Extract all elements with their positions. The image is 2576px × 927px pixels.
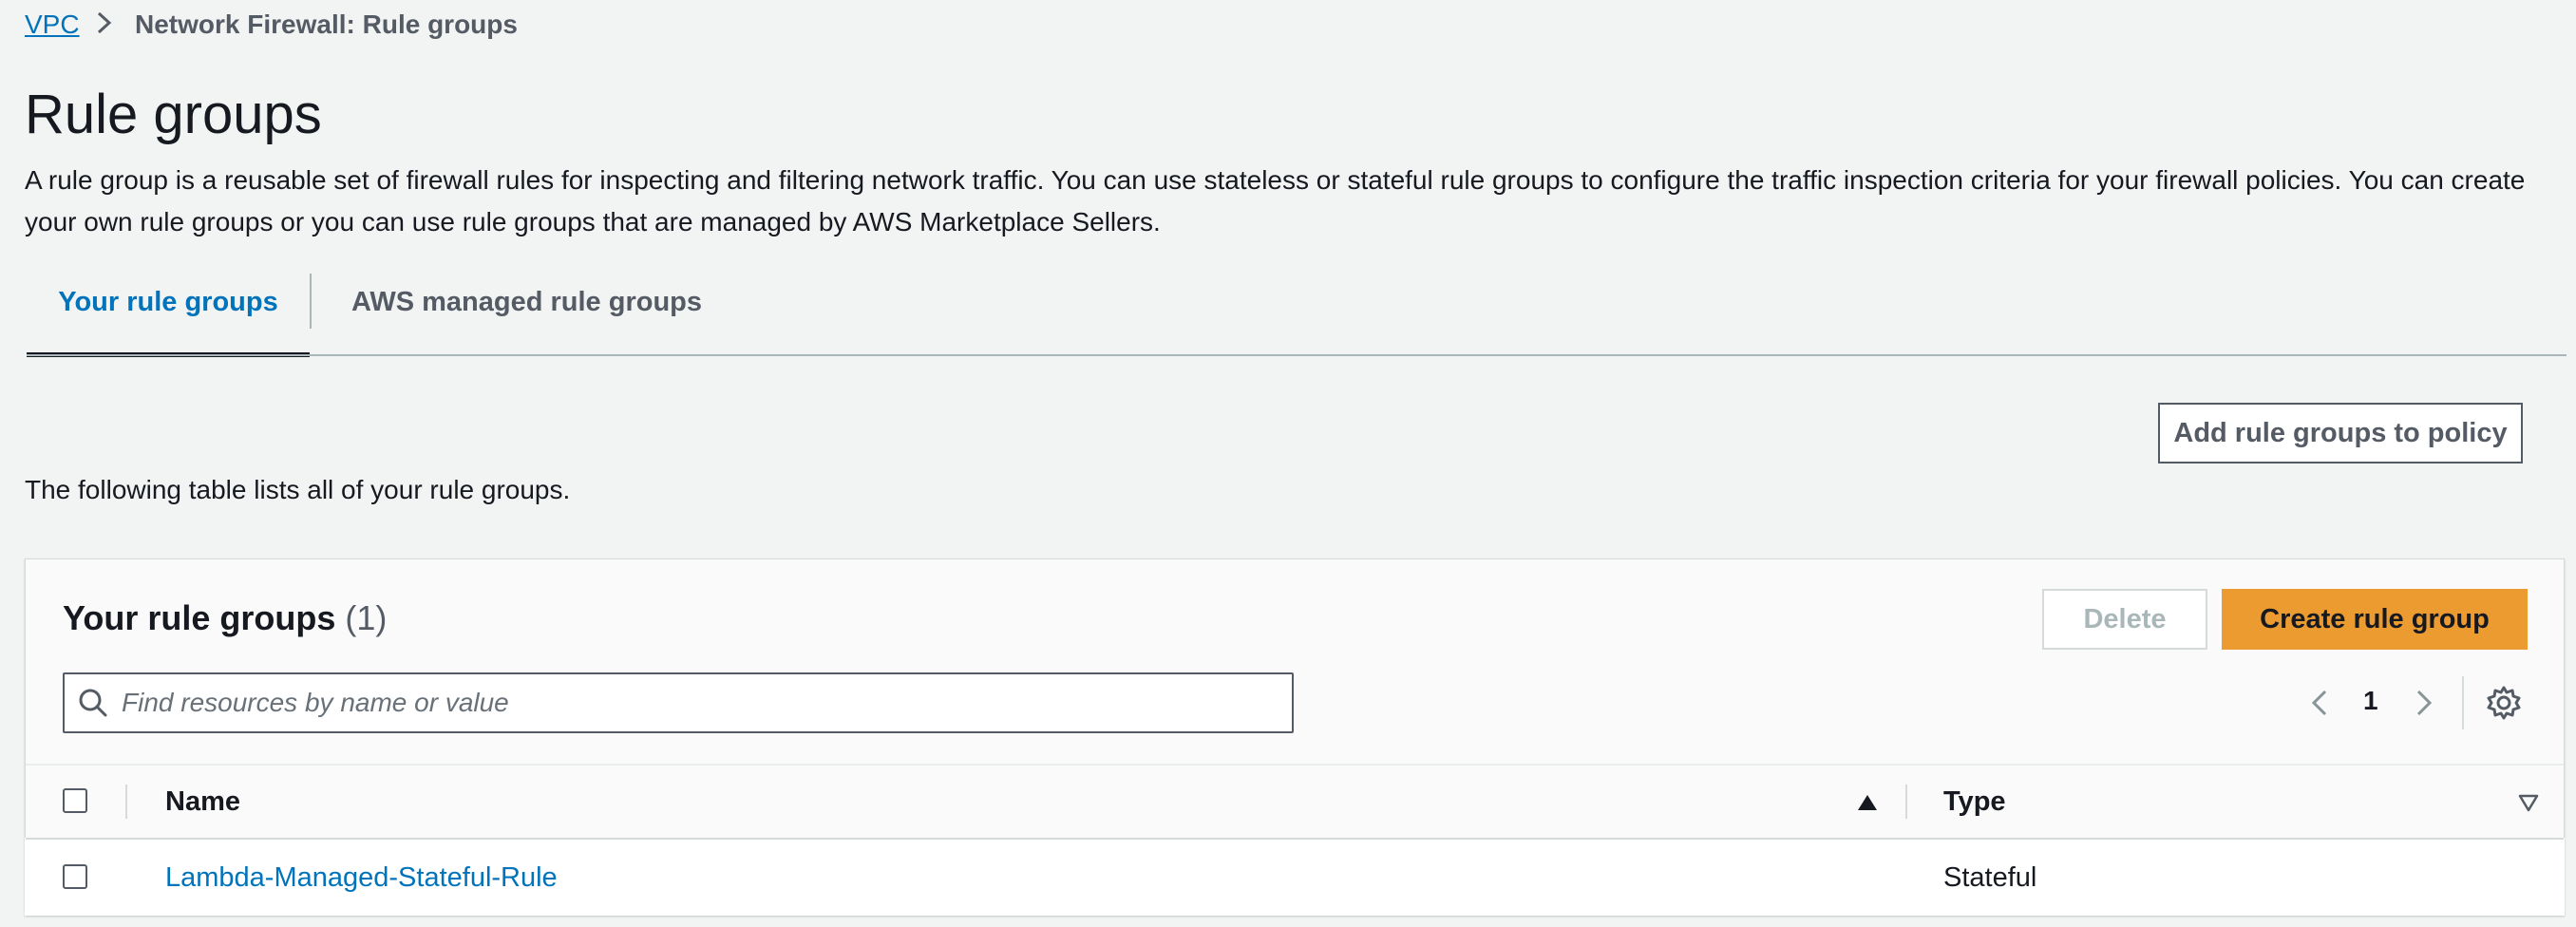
row-checkbox[interactable] xyxy=(63,864,87,889)
tab-your-rule-groups[interactable]: Your rule groups xyxy=(27,285,310,357)
breadcrumb-current: Network Firewall: Rule groups xyxy=(135,9,518,39)
table-header-bottom-border xyxy=(26,838,2564,840)
caret-down-icon[interactable] xyxy=(2517,792,2540,813)
breadcrumb-vpc-link[interactable]: VPC xyxy=(25,9,80,40)
page-number[interactable]: 1 xyxy=(2363,686,2378,716)
table-intro-text: The following table lists all of your ru… xyxy=(25,475,571,504)
rule-group-type: Stateful xyxy=(1943,862,2037,893)
table-count: (1) xyxy=(345,598,388,637)
select-all-checkbox[interactable] xyxy=(63,788,87,813)
column-header-name[interactable]: Name xyxy=(165,786,240,818)
column-divider xyxy=(125,785,127,819)
pagination-divider xyxy=(2462,676,2464,729)
chevron-right-icon xyxy=(97,11,112,34)
search-input[interactable] xyxy=(122,680,1280,726)
table-title-text: Your rule groups xyxy=(63,598,336,637)
column-header-type[interactable]: Type xyxy=(1943,786,2006,818)
tab-aws-managed-rule-groups[interactable]: AWS managed rule groups xyxy=(351,285,702,357)
page-title: Rule groups xyxy=(25,84,322,145)
search-icon xyxy=(79,689,107,717)
chevron-left-icon[interactable] xyxy=(2306,686,2333,720)
page: VPC Network Firewall: Rule groups Rule g… xyxy=(0,0,2576,927)
add-rule-groups-to-policy-button[interactable]: Add rule groups to policy xyxy=(2158,403,2523,464)
page-description: A rule group is a reusable set of firewa… xyxy=(25,165,2526,236)
gear-icon[interactable] xyxy=(2485,684,2523,722)
tab-label: Your rule groups xyxy=(58,287,278,317)
column-divider xyxy=(1905,785,1907,819)
tabs-baseline xyxy=(27,354,2567,356)
table-header-top-border xyxy=(26,764,2564,766)
caret-up-icon[interactable] xyxy=(1856,792,1879,813)
table-title: Your rule groups (1) xyxy=(63,598,387,638)
delete-button[interactable]: Delete xyxy=(2042,589,2207,650)
rule-group-name-link[interactable]: Lambda-Managed-Stateful-Rule xyxy=(165,862,558,894)
tab-label: AWS managed rule groups xyxy=(351,287,702,317)
create-rule-group-button[interactable]: Create rule group xyxy=(2222,589,2528,650)
chevron-right-icon[interactable] xyxy=(2411,686,2437,720)
tab-divider xyxy=(310,274,312,329)
